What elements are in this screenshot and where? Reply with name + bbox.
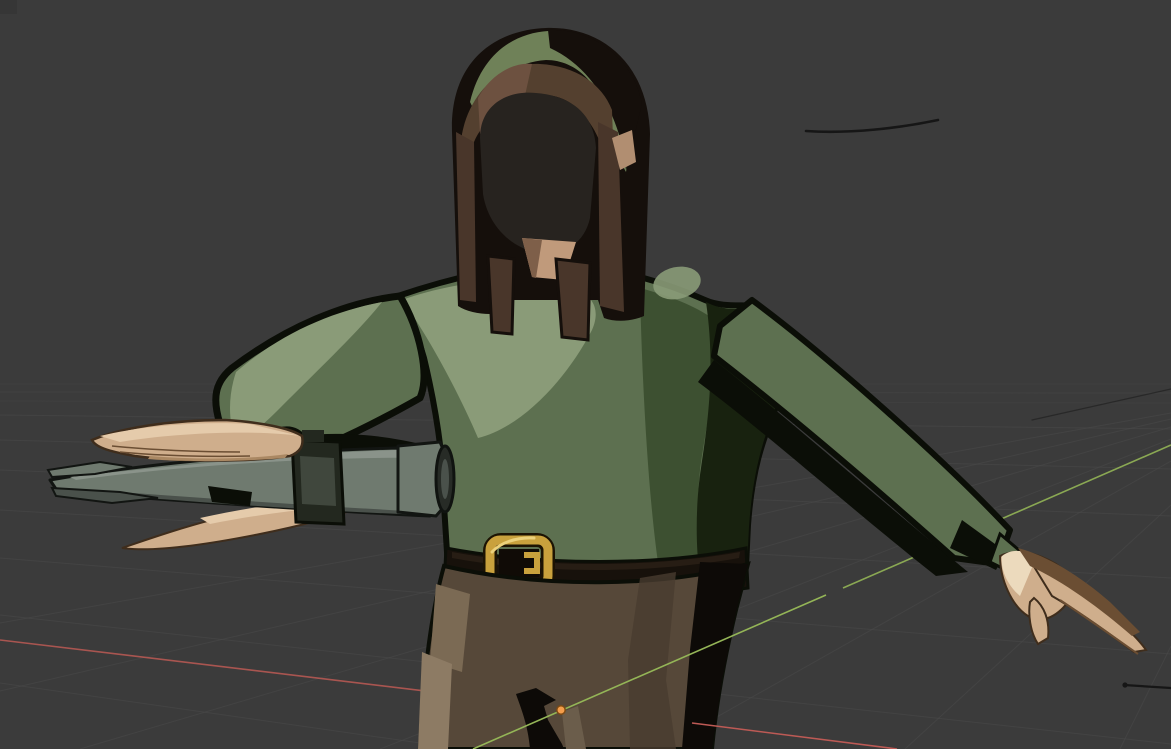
right-hand [1000,548,1146,654]
stray-stroke-faint [1032,389,1171,420]
stray-stroke-top-right [806,120,938,132]
bracket-inner [300,456,336,506]
viewport-corner-artifact [0,0,17,14]
front-strand-left [488,256,514,334]
3d-viewport[interactable] [0,0,1171,749]
stock-rear-core [441,459,449,499]
object-origin-dot[interactable] [557,706,565,714]
viewport-canvas[interactable] [0,0,1171,749]
x-axis-line-near [692,723,897,749]
bracket-knob [302,430,324,442]
grid-line [0,683,462,749]
stray-stroke-bottom-right [1124,685,1171,688]
stray-stroke-dot [1122,682,1127,687]
pants-highlight-lower-left [418,652,452,749]
front-strand-right [556,259,590,340]
character-model[interactable] [48,28,1146,749]
buckle-tab-notch [524,558,534,568]
grid-line [1120,646,1171,749]
head[interactable] [452,28,650,340]
